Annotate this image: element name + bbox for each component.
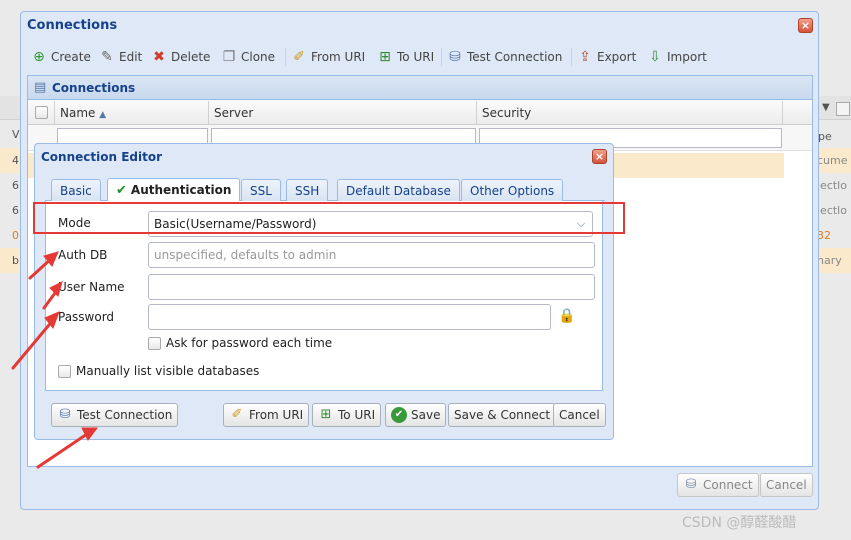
editor-tab-strip: Basic ✔ Authentication SSL SSH Default D… bbox=[45, 177, 605, 202]
password-key-icon[interactable]: 🔒 bbox=[558, 307, 576, 325]
dropdown-arrow-icon[interactable]: ▼ bbox=[822, 102, 832, 113]
editor-from-uri-button[interactable]: ✐ From URI bbox=[223, 403, 310, 427]
connections-footer: ⛁ Connect Cancel bbox=[27, 470, 813, 506]
tab-other-options[interactable]: Other Options bbox=[461, 179, 564, 202]
checkmark-icon: ✔ bbox=[116, 183, 127, 198]
test-connection-icon: ⛁ bbox=[59, 407, 71, 422]
toolbar-separator bbox=[571, 48, 572, 66]
test-connection-button[interactable]: ⛁ Test Connection bbox=[447, 47, 562, 67]
create-button[interactable]: ⊕ Create bbox=[31, 47, 91, 67]
auth-db-input[interactable]: unspecified, defaults to admin bbox=[148, 242, 595, 268]
editor-to-uri-button[interactable]: ⊞ To URI bbox=[312, 403, 382, 427]
to-uri-icon: ⊞ bbox=[379, 49, 391, 65]
connection-editor-title: Connection Editor bbox=[41, 150, 163, 164]
delete-button[interactable]: ✖ Delete bbox=[151, 47, 210, 67]
password-input[interactable] bbox=[148, 304, 551, 330]
grid-header: Name ▲ Server Security bbox=[28, 101, 812, 125]
user-name-input[interactable] bbox=[148, 274, 595, 300]
user-name-label: User Name bbox=[58, 280, 125, 294]
test-connection-icon: ⛁ bbox=[449, 49, 461, 65]
toolbar-separator bbox=[441, 48, 442, 66]
select-all-cell bbox=[28, 101, 55, 125]
export-icon: ⇪ bbox=[579, 49, 591, 65]
edit-icon: ✎ bbox=[101, 49, 113, 65]
clone-icon: ❐ bbox=[222, 49, 236, 65]
tab-ssh[interactable]: SSH bbox=[286, 179, 329, 202]
from-uri-icon: ✐ bbox=[231, 407, 243, 422]
tab-authentication[interactable]: ✔ Authentication bbox=[107, 178, 241, 202]
delete-icon: ✖ bbox=[153, 49, 165, 65]
database-icon: ▤ bbox=[34, 80, 47, 95]
connection-editor-dialog: Connection Editor × Basic ✔ Authenticati… bbox=[34, 143, 614, 440]
select-all-checkbox[interactable] bbox=[35, 106, 48, 119]
column-header-server[interactable]: Server bbox=[209, 101, 477, 125]
edit-button[interactable]: ✎ Edit bbox=[99, 47, 142, 67]
close-icon: × bbox=[800, 19, 811, 32]
tab-ssl[interactable]: SSL bbox=[241, 179, 281, 202]
background-left-cell: 0 bbox=[12, 229, 19, 242]
editor-test-connection-button[interactable]: ⛁ Test Connection bbox=[51, 403, 179, 427]
editor-footer: ⛁ Test Connection ✐ From URI ⊞ To URI ✔ … bbox=[45, 398, 606, 434]
column-header-name[interactable]: Name ▲ bbox=[55, 101, 209, 125]
background-square-button[interactable] bbox=[836, 102, 850, 116]
background-left-header: V bbox=[12, 128, 20, 141]
column-header-security[interactable]: Security bbox=[477, 101, 783, 125]
to-uri-button[interactable]: ⊞ To URI bbox=[377, 47, 434, 67]
background-left-column: 4 { 6 6 0 b bbox=[0, 148, 22, 273]
background-left-cell: 6 bbox=[12, 204, 19, 217]
annotation-highlight-box bbox=[33, 202, 625, 234]
export-button[interactable]: ⇪ Export bbox=[577, 47, 636, 67]
editor-cancel-button[interactable]: Cancel bbox=[553, 403, 606, 427]
background-left-cell: 6 bbox=[12, 179, 19, 192]
background-left-cell: b bbox=[0, 248, 22, 273]
ask-password-checkbox[interactable] bbox=[148, 336, 161, 350]
connections-close-button[interactable]: × bbox=[798, 18, 813, 33]
ask-password-option[interactable]: Ask for password each time bbox=[148, 335, 332, 351]
background-left-cell: 4 { bbox=[0, 148, 22, 173]
background-right-header: pe bbox=[818, 130, 832, 143]
background-right-controls: ▼ bbox=[818, 98, 851, 120]
editor-close-button[interactable]: × bbox=[592, 149, 607, 164]
connect-icon: ⛁ bbox=[685, 477, 697, 492]
add-circle-icon: ⊕ bbox=[33, 49, 45, 65]
password-label: Password bbox=[58, 310, 115, 324]
manual-dbs-checkbox[interactable] bbox=[58, 364, 71, 378]
tab-basic[interactable]: Basic bbox=[51, 179, 101, 202]
save-button[interactable]: ✔ Save bbox=[385, 403, 447, 427]
connect-button[interactable]: ⛁ Connect bbox=[677, 473, 759, 497]
connections-cancel-button[interactable]: Cancel bbox=[760, 473, 813, 497]
import-icon: ⇩ bbox=[649, 49, 661, 65]
connections-window-title: Connections bbox=[27, 18, 118, 33]
connections-toolbar: ⊕ Create ✎ Edit ✖ Delete ❐ Clone ✐ From … bbox=[27, 42, 814, 72]
manual-dbs-option[interactable]: Manually list visible databases bbox=[58, 363, 259, 379]
to-uri-icon: ⊞ bbox=[320, 407, 332, 422]
save-and-connect-button[interactable]: Save & Connect bbox=[448, 403, 557, 427]
connections-panel-header: ▤ Connections bbox=[28, 76, 812, 100]
close-icon: × bbox=[594, 150, 605, 163]
tab-default-database[interactable]: Default Database bbox=[337, 179, 460, 202]
watermark: CSDN @醇醛酸醋 bbox=[682, 515, 797, 531]
clone-button[interactable]: ❐ Clone bbox=[221, 47, 275, 67]
from-uri-icon: ✐ bbox=[293, 49, 305, 65]
from-uri-button[interactable]: ✐ From URI bbox=[291, 47, 365, 67]
save-check-icon: ✔ bbox=[391, 407, 407, 423]
toolbar-separator bbox=[285, 48, 286, 66]
import-button[interactable]: ⇩ Import bbox=[647, 47, 707, 67]
auth-db-label: Auth DB bbox=[58, 248, 108, 262]
sort-ascending-icon: ▲ bbox=[99, 110, 107, 120]
